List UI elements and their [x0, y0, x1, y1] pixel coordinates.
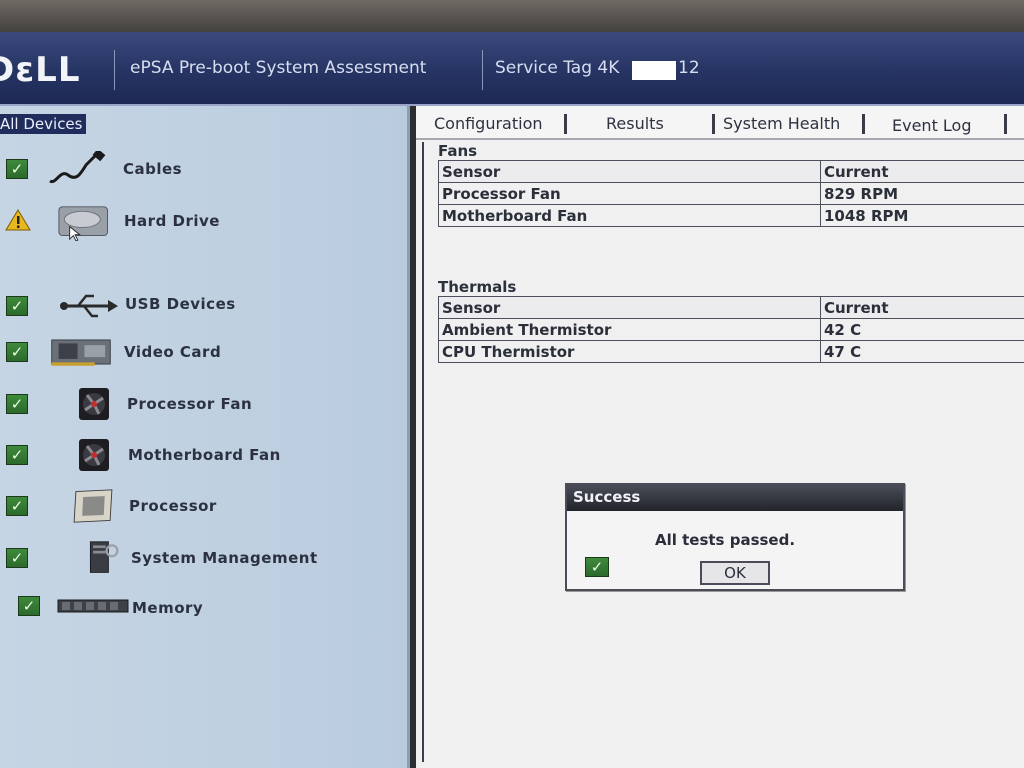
fans-section-title: Fans	[438, 142, 478, 160]
header-separator	[114, 50, 115, 90]
system-management-icon	[89, 541, 119, 573]
device-label: Processor	[129, 497, 217, 515]
tab-system-health[interactable]: System Health	[723, 114, 840, 133]
device-item-processor-fan[interactable]: ✓ Processor Fan	[0, 382, 400, 426]
device-item-hard-drive[interactable]: Hard Drive	[0, 199, 400, 243]
memory-icon	[57, 599, 129, 613]
app-header: DεLL ePSA Pre-boot System Assessment Ser…	[0, 32, 1024, 106]
service-tag-suffix: 12	[678, 58, 700, 78]
table-row: CPU Thermistor 47 C	[438, 340, 1024, 363]
check-icon: ✓	[18, 596, 40, 616]
screen: DεLL ePSA Pre-boot System Assessment Ser…	[0, 32, 1024, 768]
device-list-panel: All Devices ✓ Cables Hard Drive ✓ USB De…	[0, 106, 410, 768]
check-icon: ✓	[6, 394, 28, 414]
check-icon: ✓	[6, 496, 28, 516]
dell-logo: DεLL	[0, 50, 81, 90]
check-icon: ✓	[585, 557, 609, 577]
thermals-section-title: Thermals	[438, 278, 517, 296]
device-label: Motherboard Fan	[128, 446, 281, 464]
device-item-memory[interactable]: ✓ Memory	[0, 584, 400, 628]
sensor-cell: Motherboard Fan	[438, 204, 821, 227]
header-separator	[482, 50, 483, 90]
column-header: Sensor	[438, 296, 821, 319]
service-tag-label: Service Tag 4K	[495, 58, 620, 78]
column-header: Sensor	[438, 160, 821, 183]
sensor-cell: CPU Thermistor	[438, 340, 821, 363]
warning-icon	[5, 209, 31, 231]
device-label: Cables	[123, 160, 183, 178]
tab-divider	[564, 114, 567, 134]
check-icon: ✓	[6, 548, 28, 568]
device-item-video-card[interactable]: ✓ Video Card	[0, 330, 400, 374]
device-label: Hard Drive	[124, 212, 220, 230]
tab-configuration[interactable]: Configuration	[434, 114, 543, 133]
table-header-row: Sensor Current	[438, 296, 1024, 319]
value-cell: 1048 RPM	[820, 204, 1024, 227]
tab-results[interactable]: Results	[606, 114, 664, 133]
device-item-cables[interactable]: ✓ Cables	[0, 147, 400, 191]
device-label: System Management	[131, 549, 318, 567]
service-tag-redaction	[632, 61, 676, 80]
tab-divider	[1004, 114, 1007, 134]
value-cell: 47 C	[820, 340, 1024, 363]
sensor-cell: Ambient Thermistor	[438, 318, 821, 341]
table-header-row: Sensor Current	[438, 160, 1024, 183]
content-panel: Configuration Results System Health Even…	[416, 106, 1024, 768]
column-header: Current	[820, 160, 1024, 183]
fan-icon	[79, 439, 109, 471]
device-label: Video Card	[124, 343, 222, 361]
video-card-icon	[51, 339, 111, 366]
device-item-usb-devices[interactable]: ✓ USB Devices	[0, 284, 400, 328]
value-cell: 42 C	[820, 318, 1024, 341]
device-label: USB Devices	[125, 295, 236, 313]
device-label: Processor Fan	[127, 395, 253, 413]
column-header: Current	[820, 296, 1024, 319]
value-cell: 829 RPM	[820, 182, 1024, 205]
check-icon: ✓	[6, 445, 28, 465]
usb-icon	[60, 294, 118, 318]
check-icon: ✓	[6, 159, 28, 179]
fan-icon	[79, 388, 109, 420]
sensor-cell: Processor Fan	[438, 182, 821, 205]
device-item-motherboard-fan[interactable]: ✓ Motherboard Fan	[0, 433, 400, 477]
table-row: Motherboard Fan 1048 RPM	[438, 204, 1024, 227]
fans-table: Sensor Current Processor Fan 829 RPM Mot…	[438, 160, 1024, 227]
cable-icon	[49, 151, 106, 184]
dialog-title: Success	[567, 485, 903, 511]
tab-divider	[862, 114, 865, 134]
ok-button[interactable]: OK	[700, 561, 770, 585]
device-label: Memory	[132, 599, 204, 617]
dialog-message: All tests passed.	[655, 531, 796, 549]
check-icon: ✓	[6, 296, 28, 316]
table-row: Ambient Thermistor 42 C	[438, 318, 1024, 341]
system-health-content: Fans Sensor Current Processor Fan 829 RP…	[422, 142, 1024, 762]
processor-icon	[73, 489, 113, 523]
device-item-system-management[interactable]: ✓ System Management	[0, 536, 400, 580]
app-title: ePSA Pre-boot System Assessment	[130, 58, 427, 78]
table-row: Processor Fan 829 RPM	[438, 182, 1024, 205]
tab-event-log[interactable]: Event Log	[892, 116, 972, 135]
device-item-processor[interactable]: ✓ Processor	[0, 484, 400, 528]
tab-bar: Configuration Results System Health Even…	[416, 106, 1024, 140]
success-dialog: Success All tests passed. ✓ OK	[565, 483, 905, 591]
tab-divider	[712, 114, 715, 134]
hard-drive-icon	[58, 206, 108, 241]
check-icon: ✓	[6, 342, 28, 362]
thermals-table: Sensor Current Ambient Thermistor 42 C C…	[438, 296, 1024, 363]
all-devices-button[interactable]: All Devices	[0, 114, 87, 134]
